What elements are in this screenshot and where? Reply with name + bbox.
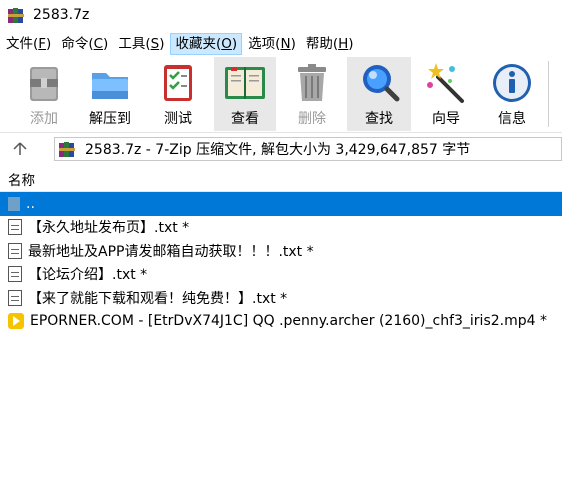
list-item[interactable]: 【来了就能下载和观看！纯免费！】.txt * <box>0 286 562 310</box>
menu-commands[interactable]: 命令(C) <box>57 33 112 55</box>
menu-favorites[interactable]: 收藏夹(O) <box>170 33 243 55</box>
file-name: 【来了就能下载和观看！纯免费！】.txt * <box>28 290 288 307</box>
add-label: 添加 <box>30 111 58 127</box>
title-bar: 2583.7z <box>0 0 562 30</box>
path-bar: 2583.7z - 7-Zip 压缩文件, 解包大小为 3,429,647,85… <box>0 135 562 163</box>
text-file-icon <box>8 219 22 236</box>
menu-help[interactable]: 帮助(H) <box>302 33 358 55</box>
find-button[interactable]: 查找 <box>347 57 411 131</box>
list-item[interactable]: EPORNER.COM - [EtrDvX74J1C] QQ .penny.ar… <box>0 310 562 334</box>
path-text: 2583.7z - 7-Zip 压缩文件, 解包大小为 3,429,647,85… <box>85 142 471 158</box>
toolbar: 添加 解压到 测试 查看 删除 查找 向导 信息 <box>0 55 562 133</box>
magnifier-icon <box>357 61 401 105</box>
list-item[interactable]: 【永久地址发布页】.txt * <box>0 216 562 240</box>
column-header-name[interactable]: 名称 <box>0 170 562 192</box>
toolbar-divider <box>548 61 549 127</box>
window-title: 2583.7z <box>33 7 90 23</box>
video-file-icon <box>8 313 24 330</box>
extract-folder-icon <box>88 61 132 105</box>
up-arrow-icon[interactable] <box>0 135 40 163</box>
file-name: 【论坛介绍】.txt * <box>28 267 148 284</box>
file-list: 名称 .. 【永久地址发布页】.txt * 最新地址及APP请发邮箱自动获取！！… <box>0 170 562 333</box>
file-name: EPORNER.COM - [EtrDvX74J1C] QQ .penny.ar… <box>30 313 547 330</box>
wizard-label: 向导 <box>432 111 460 127</box>
menu-bar: 文件(F) 命令(C) 工具(S) 收藏夹(O) 选项(N) 帮助(H) <box>0 33 358 55</box>
info-icon <box>490 61 534 105</box>
delete-label: 删除 <box>298 111 326 127</box>
extract-button[interactable]: 解压到 <box>80 57 140 131</box>
folder-up-icon <box>8 196 20 211</box>
list-item[interactable]: 【论坛介绍】.txt * <box>0 263 562 287</box>
trash-can-icon <box>290 61 334 105</box>
list-item-parent[interactable]: .. <box>0 192 562 216</box>
view-button[interactable]: 查看 <box>214 57 276 131</box>
file-name: 最新地址及APP请发邮箱自动获取！！！.txt * <box>28 243 314 260</box>
menu-file[interactable]: 文件(F) <box>2 33 55 55</box>
menu-options[interactable]: 选项(N) <box>244 33 300 55</box>
text-file-icon <box>8 266 22 283</box>
add-button[interactable]: 添加 <box>14 57 74 131</box>
list-item[interactable]: 最新地址及APP请发邮箱自动获取！！！.txt * <box>0 239 562 263</box>
open-book-icon <box>223 61 267 105</box>
archive-add-icon <box>22 61 66 105</box>
text-file-icon <box>8 242 22 259</box>
winrar-books-icon <box>59 141 77 157</box>
test-button[interactable]: 测试 <box>148 57 208 131</box>
file-name: 【永久地址发布页】.txt * <box>28 220 190 237</box>
view-label: 查看 <box>231 111 259 127</box>
file-name: .. <box>26 195 35 212</box>
winrar-books-icon <box>8 7 26 23</box>
info-label: 信息 <box>498 111 526 127</box>
extract-label: 解压到 <box>89 111 131 127</box>
menu-tools[interactable]: 工具(S) <box>114 33 168 55</box>
text-file-icon <box>8 289 22 306</box>
info-button[interactable]: 信息 <box>482 57 542 131</box>
magic-wand-icon <box>424 61 468 105</box>
path-field[interactable]: 2583.7z - 7-Zip 压缩文件, 解包大小为 3,429,647,85… <box>54 137 562 161</box>
find-label: 查找 <box>365 111 393 127</box>
test-checklist-icon <box>156 61 200 105</box>
test-label: 测试 <box>164 111 192 127</box>
delete-button[interactable]: 删除 <box>282 57 342 131</box>
wizard-button[interactable]: 向导 <box>416 57 476 131</box>
